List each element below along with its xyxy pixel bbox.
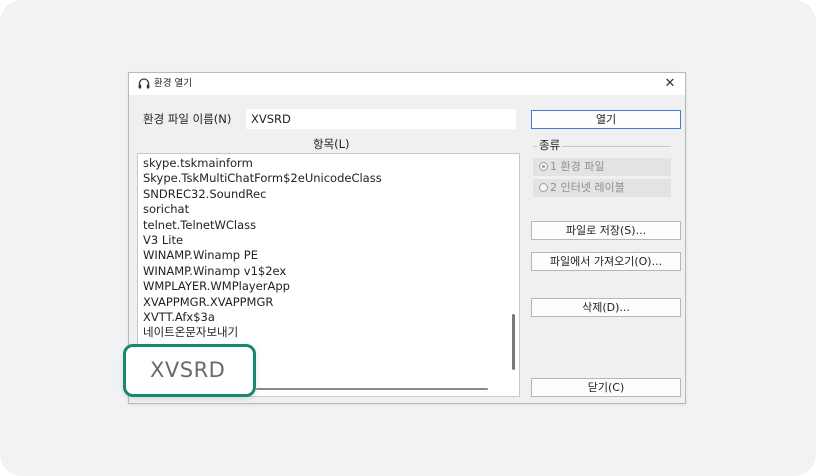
radio-internet-label[interactable]: 2 인터넷 레이블	[533, 179, 671, 197]
list-item[interactable]: sorichat	[143, 202, 382, 217]
close-button[interactable]: 닫기(C)	[531, 378, 681, 397]
dialog-title: 환경 열기	[154, 78, 192, 89]
list-item[interactable]: XVTT.Afx$3a	[143, 310, 382, 325]
close-icon[interactable]: ✕	[661, 75, 679, 93]
list-item[interactable]: WMPLAYER.WMPlayerApp	[143, 279, 382, 294]
title-bar: 환경 열기 ✕	[129, 73, 685, 95]
delete-button[interactable]: 삭제(D)...	[531, 298, 681, 317]
list-item[interactable]: 네이트온문자보내기	[143, 325, 382, 340]
filename-label: 환경 파일 이름(N)	[143, 112, 232, 126]
radio-environment-file[interactable]: 1 환경 파일	[533, 158, 671, 176]
list-item[interactable]: telnet.TelnetWClass	[143, 218, 382, 233]
list-item[interactable]: Skype.TskMultiChatForm$2eUnicodeClass	[143, 171, 382, 186]
radio-label: 1 환경 파일	[550, 160, 605, 173]
list-item[interactable]: skype.tskmainform	[143, 156, 382, 171]
horizontal-scrollbar[interactable]	[256, 388, 488, 390]
zoom-callout: XVSRD	[123, 344, 256, 397]
filename-input[interactable]	[246, 109, 516, 129]
radio-label: 2 인터넷 레이블	[550, 181, 625, 194]
open-button[interactable]: 열기	[531, 110, 681, 129]
list-item[interactable]: WINAMP.Winamp PE	[143, 248, 382, 263]
list-header: 항목(L)	[313, 137, 350, 151]
radio-unselected-icon	[539, 183, 548, 192]
list-item[interactable]: V3 Lite	[143, 233, 382, 248]
list-item[interactable]: WINAMP.Winamp v1$2ex	[143, 264, 382, 279]
vertical-scrollbar[interactable]	[512, 314, 515, 370]
list-item[interactable]: SNDREC32.SoundRec	[143, 187, 382, 202]
list-item[interactable]: XVAPPMGR.XVAPPMGR	[143, 295, 382, 310]
kind-group-title: 종류	[537, 137, 563, 153]
headset-icon	[138, 78, 150, 89]
save-to-file-button[interactable]: 파일로 저장(S)...	[531, 221, 681, 240]
load-from-file-button[interactable]: 파일에서 가져오기(O)...	[531, 252, 681, 271]
radio-selected-icon	[539, 162, 548, 171]
